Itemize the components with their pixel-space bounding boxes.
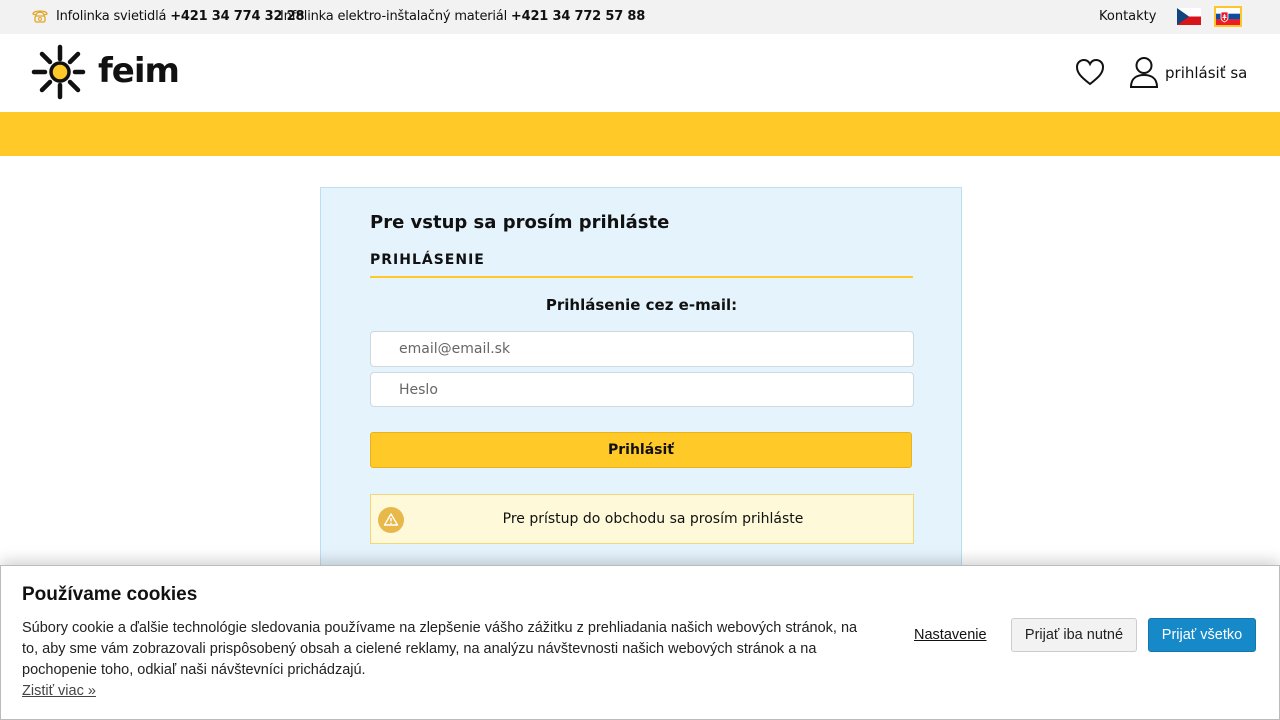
site-header: feim prihlásiť sa — [0, 34, 1280, 112]
infoline-lights: Infolinka svietidlá +421 34 774 32 28 — [56, 9, 305, 24]
login-submit-button[interactable]: Prihlásiť — [370, 432, 912, 468]
password-field[interactable] — [370, 372, 914, 407]
login-panel: Pre vstup sa prosím prihláste PRIHLÁSENI… — [320, 187, 962, 587]
login-notice-text: Pre prístup do obchodu sa prosím prihlás… — [502, 511, 804, 527]
yellow-nav-band — [0, 112, 1280, 156]
logo-text: feim — [98, 51, 180, 91]
infoline-lights-label: Infolinka svietidlá — [56, 9, 167, 24]
infoline-electro: Infolinka elektro-inštalačný materiál +4… — [280, 9, 645, 24]
sk-flag-icon — [1216, 8, 1240, 25]
heart-icon[interactable] — [1075, 58, 1105, 86]
login-link[interactable]: prihlásiť sa — [1165, 64, 1247, 82]
login-section-title: PRIHLÁSENIE — [370, 252, 485, 268]
email-login-caption: Prihlásenie cez e-mail: — [545, 296, 738, 314]
cookie-learn-more-link[interactable]: Zistiť viac » — [22, 683, 96, 699]
cookie-title: Používame cookies — [22, 584, 198, 605]
login-notice: Pre prístup do obchodu sa prosím prihlás… — [370, 494, 914, 544]
cz-flag-icon — [1177, 8, 1201, 25]
language-cz-flag[interactable] — [1177, 8, 1201, 25]
accept-necessary-button[interactable]: Prijať iba nutné — [1011, 618, 1137, 652]
accept-all-button[interactable]: Prijať všetko — [1148, 618, 1256, 652]
sun-logo-icon — [31, 44, 86, 100]
feim-logo[interactable]: feim — [31, 44, 180, 102]
phone-icon — [32, 10, 48, 23]
cookie-consent-bar: Používame cookies Súbory cookie a ďalšie… — [0, 565, 1280, 720]
email-field[interactable] — [370, 331, 914, 367]
login-panel-title: Pre vstup sa prosím prihláste — [370, 212, 670, 233]
language-sk-flag[interactable] — [1214, 6, 1242, 27]
section-divider — [370, 276, 913, 278]
user-icon[interactable] — [1129, 56, 1159, 88]
cookie-description: Súbory cookie a ďalšie technológie sledo… — [22, 620, 858, 678]
cookie-settings-link[interactable]: Nastavenie — [914, 627, 987, 643]
contacts-link[interactable]: Kontakty — [1099, 9, 1156, 24]
top-info-bar: Infolinka svietidlá +421 34 774 32 28 In… — [0, 0, 1280, 34]
infoline-electro-phone[interactable]: +421 34 772 57 88 — [511, 9, 645, 24]
infoline-electro-label: Infolinka elektro-inštalačný materiál — [280, 9, 507, 24]
